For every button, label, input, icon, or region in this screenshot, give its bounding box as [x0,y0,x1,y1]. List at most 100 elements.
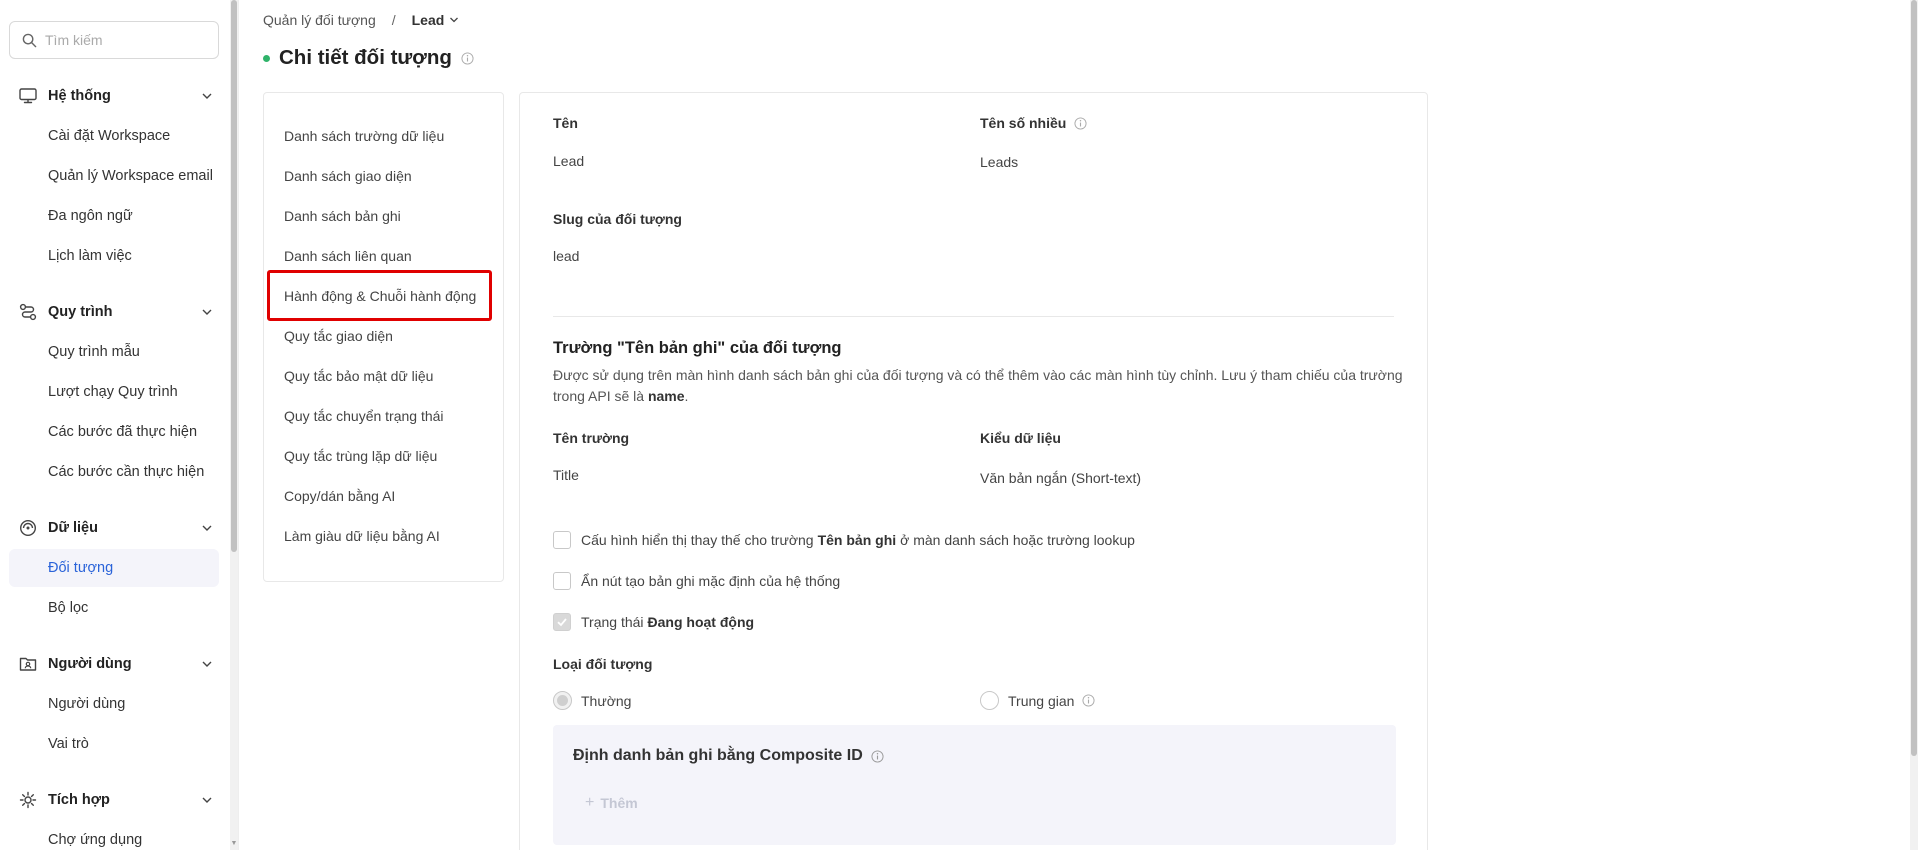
radio-label: Thường [581,692,632,709]
object-type-label: Loại đối tượng [553,656,653,672]
plus-icon: + [585,794,595,811]
object-detail-menu: Danh sách trường dữ liệu Danh sách giao … [263,92,504,582]
info-icon[interactable] [871,749,884,763]
menu-item-related-list[interactable]: Danh sách liên quan [284,246,412,266]
chevron-down-icon [202,309,212,315]
option-text: Ẩn nút tạo bản ghi mặc định của hệ thống [581,573,841,589]
main-scrollbar[interactable] [1910,0,1918,850]
record-name-description: Được sử dụng trên màn hình danh sách bản… [553,365,1403,407]
sidebar-group-label: Tích hợp [48,792,110,808]
desc-key: name [647,388,685,404]
menu-item-field-list[interactable]: Danh sách trường dữ liệu [284,126,444,146]
chevron-down-icon [202,525,212,531]
search-input[interactable] [45,32,205,48]
sidebar-item-users[interactable]: Người dùng [9,685,219,723]
option-text: Trạng thái [581,614,644,630]
menu-item-ai-enrichment[interactable]: Làm giàu dữ liệu bằng AI [284,526,440,546]
chevron-down-icon [202,661,212,667]
option-text: ở màn danh sách hoặc trường lookup [900,532,1135,548]
option-bold: Đang hoạt động [647,614,755,630]
sidebar-item-languages[interactable]: Đa ngôn ngữ [9,197,219,235]
divider [553,316,1394,317]
chevron-down-icon [202,797,212,803]
sidebar-group-data[interactable]: Dữ liệu [18,516,213,540]
breadcrumb-parent[interactable]: Quản lý đối tượng [263,12,376,28]
slug-label: Slug của đối tượng [553,211,682,227]
sidebar-item-filters[interactable]: Bộ lọc [9,589,219,627]
field-name-value: Title [553,467,579,483]
plural-value: Leads [980,154,1019,170]
breadcrumb-current[interactable]: Lead [412,12,445,28]
sidebar-item-workspace-settings[interactable]: Cài đặt Workspace [9,117,219,155]
menu-item-transition-rules[interactable]: Quy tắc chuyển trạng thái [284,406,444,426]
name-value: Lead [553,153,585,169]
info-icon[interactable] [461,51,474,65]
data-icon [18,518,38,538]
radio-junction[interactable]: Trung gian [980,691,1095,710]
workflow-icon [18,302,38,322]
slug-value: lead [553,248,580,264]
sidebar-item-workflow-templates[interactable]: Quy trình mẫu [9,333,219,371]
sidebar-item-steps-todo[interactable]: Các bước cần thực hiện [9,453,219,491]
breadcrumb: Quản lý đối tượng / Lead [263,10,459,30]
checkbox-checked[interactable] [553,613,571,631]
record-name-section-title: Trường "Tên bản ghi" của đối tượng [553,339,842,357]
sidebar-scrollbar-thumb[interactable] [231,0,237,552]
radio-selected[interactable] [553,691,572,710]
data-type-label: Kiểu dữ liệu [980,430,1061,446]
composite-title-text: Định danh bản ghi bằng Composite ID [573,747,863,764]
composite-id-title: Định danh bản ghi bằng Composite ID [573,747,884,765]
page-title: Chi tiết đối tượng [279,46,452,69]
menu-item-security-rules[interactable]: Quy tắc bảo mật dữ liệu [284,366,433,386]
sidebar-item-workspace-email[interactable]: Quản lý Workspace email [9,157,219,195]
sidebar-group-workflow[interactable]: Quy trình [18,300,213,324]
sidebar-item-objects[interactable]: Đối tượng [9,549,219,587]
menu-item-layout-list[interactable]: Danh sách giao diện [284,166,412,186]
menu-item-duplicate-rules[interactable]: Quy tắc trùng lặp dữ liệu [284,446,437,466]
sidebar-group-label: Dữ liệu [48,520,98,536]
sidebar-group-users[interactable]: Người dùng [18,652,213,676]
main-scrollbar-thumb[interactable] [1911,0,1917,756]
sidebar-group-integrations[interactable]: Tích hợp [18,788,213,812]
desc-suffix: . [684,388,689,404]
sidebar-divider [238,0,239,850]
sidebar-group-label: Người dùng [48,656,132,672]
menu-item-record-list[interactable]: Danh sách bản ghi [284,206,401,226]
info-icon[interactable] [1074,116,1087,130]
option-hide-create-button[interactable]: Ẩn nút tạo bản ghi mặc định của hệ thống [553,572,840,590]
user-folder-icon [18,654,38,674]
info-icon[interactable] [1082,694,1095,707]
sidebar-item-calendar[interactable]: Lịch làm việc [9,237,219,275]
sidebar-item-steps-done[interactable]: Các bước đã thực hiện [9,413,219,451]
checkbox[interactable] [553,531,571,549]
scroll-down-arrow-icon[interactable]: ▼ [230,840,238,848]
object-detail-panel: Tên Lead Tên số nhiều Leads Slug của đối… [519,92,1428,850]
sidebar-item-app-market[interactable]: Chợ ứng dụng [9,821,219,850]
add-label: Thêm [600,795,638,811]
breadcrumb-separator: / [391,12,396,28]
sidebar-group-system[interactable]: Hệ thống [18,84,213,108]
checkbox[interactable] [553,572,571,590]
option-text: Cấu hình hiển thị thay thế cho trường [581,532,814,548]
data-type-value: Văn bản ngắn (Short-text) [980,470,1142,486]
search-icon [22,33,37,47]
menu-item-ai-copy-paste[interactable]: Copy/dán bằng AI [284,486,395,506]
sidebar-group-label: Hệ thống [48,88,111,104]
sidebar-group-label: Quy trình [48,304,113,320]
sidebar-item-roles[interactable]: Vai trò [9,725,219,763]
search-box[interactable] [9,21,219,59]
plural-label-text: Tên số nhiều [980,115,1067,131]
sidebar: Hệ thống Cài đặt Workspace Quản lý Works… [0,0,230,850]
option-alt-display[interactable]: Cấu hình hiển thị thay thế cho trường Tên… [553,531,1135,549]
sidebar-scrollbar[interactable]: ▼ [230,0,238,850]
option-active-status[interactable]: Trạng thái Đang hoạt động [553,613,758,631]
radio-dot [557,695,568,706]
radio-normal[interactable]: Thường [553,691,631,710]
status-dot [263,54,270,62]
radio[interactable] [980,691,999,710]
radio-label: Trung gian [1008,692,1075,709]
sidebar-item-workflow-runs[interactable]: Lượt chạy Quy trình [9,373,219,411]
menu-item-ui-rules[interactable]: Quy tắc giao diện [284,326,393,346]
chevron-down-icon[interactable] [449,15,459,25]
add-composite-button[interactable]: + Thêm [585,794,638,812]
